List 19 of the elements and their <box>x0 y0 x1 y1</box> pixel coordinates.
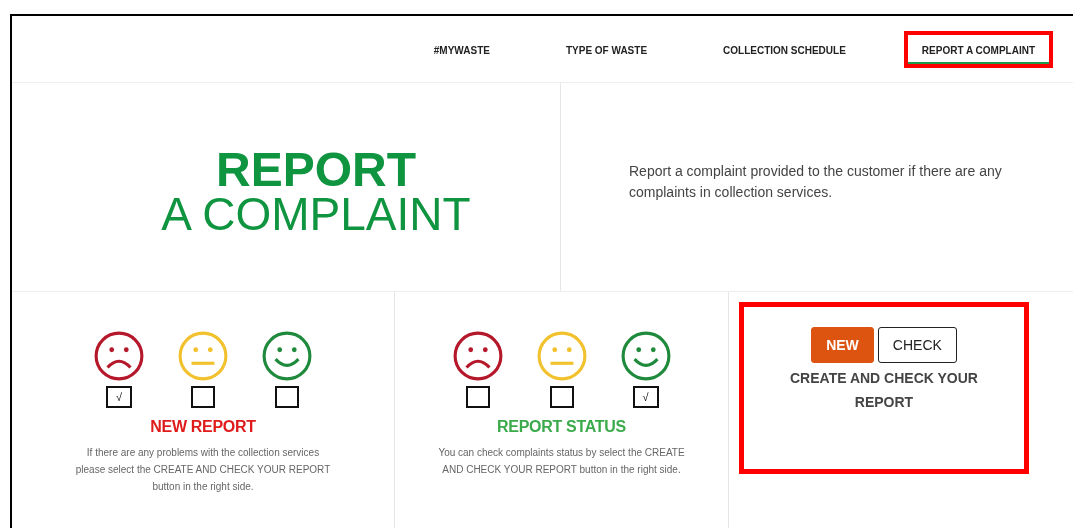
nav-link[interactable]: COLLECTION SCHEDULE <box>705 30 864 68</box>
nav-link[interactable]: #MYWASTE <box>415 30 508 68</box>
page-title: REPORT A COMPLAINT <box>161 147 471 237</box>
description-text: Report a complaint provided to the customer if there are any complaints in collection services. <box>629 162 1003 202</box>
checkbox[interactable]: √ <box>106 386 132 408</box>
report-button[interactable]: NEW <box>811 327 874 363</box>
panel-title: REPORT STATUS <box>497 418 626 436</box>
checkbox[interactable] <box>275 386 299 408</box>
caption-text: CREATE AND CHECK YOUR REPORT <box>789 369 979 412</box>
checkbox[interactable] <box>191 386 215 408</box>
checkbox[interactable]: √ <box>632 386 659 408</box>
report-button[interactable]: CHECK <box>877 327 957 363</box>
panel-description: If there are any problems with the collection services please select the CREATE AND CHECK YOUR REPORT button in the right side. <box>74 446 332 494</box>
nav-link[interactable]: REPORT A COMPLAINT <box>903 30 1053 68</box>
checkbox[interactable] <box>465 386 490 408</box>
nav-link[interactable]: TYPE OF WASTE <box>547 30 666 68</box>
checkbox[interactable] <box>549 386 574 408</box>
panel-title: NEW REPORT <box>150 418 256 436</box>
panel-description: You can check complaints status by select the CREATE AND CHECK YOUR REPORT button in the right side. <box>437 446 686 477</box>
